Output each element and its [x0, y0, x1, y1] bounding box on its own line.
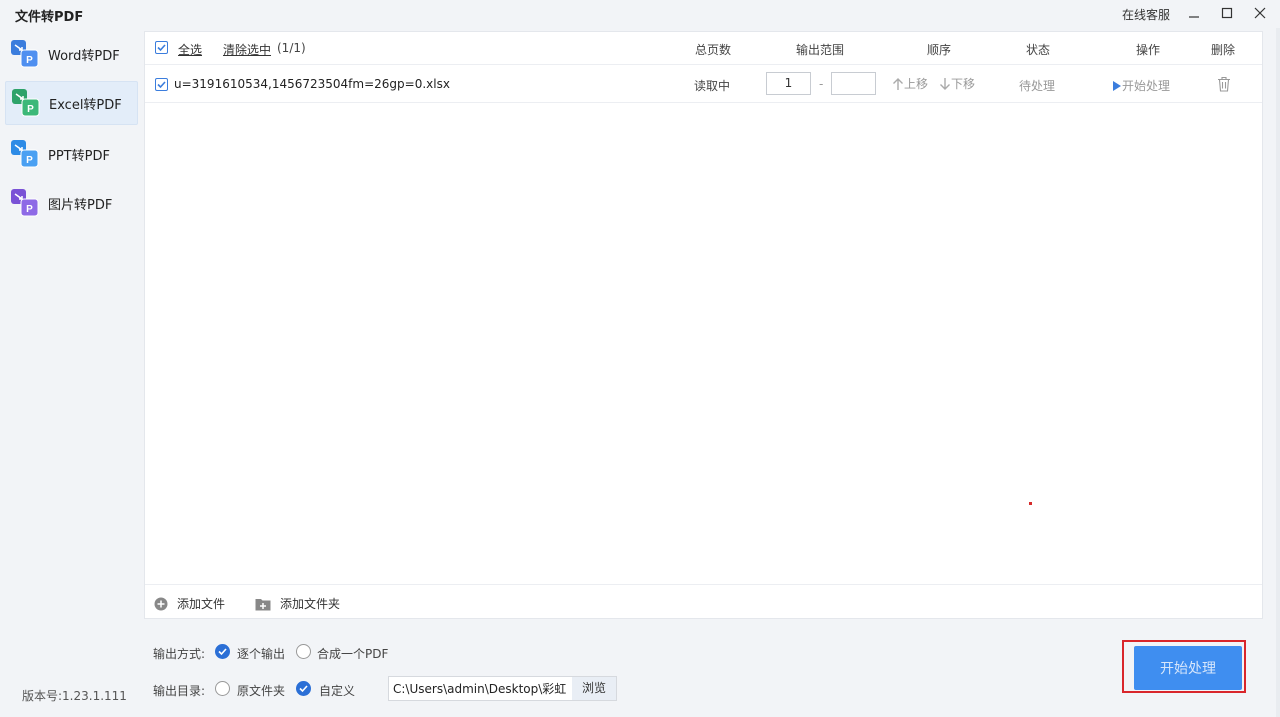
minimize-icon[interactable]	[1184, 4, 1204, 22]
output-dir-label: 输出目录:	[153, 684, 206, 698]
move-down-button[interactable]: 下移	[939, 75, 975, 92]
header-total-pages: 总页数	[695, 43, 732, 57]
play-icon	[1113, 80, 1121, 91]
header-output-range: 输出范围	[796, 43, 845, 57]
range-to-input[interactable]	[831, 72, 876, 95]
row-start-label: 开始处理	[1122, 79, 1171, 93]
move-down-label: 下移	[951, 77, 976, 91]
radio-original-folder[interactable]	[215, 681, 230, 696]
online-service-link[interactable]: 在线客服	[1122, 6, 1170, 23]
radio-custom-folder[interactable]	[296, 681, 311, 696]
range-from-input[interactable]: 1	[766, 72, 811, 95]
add-folder-button[interactable]: 添加文件夹	[255, 595, 340, 612]
svg-text:P: P	[27, 104, 34, 115]
red-dot-marker	[1029, 502, 1032, 505]
selection-count: (1/1)	[277, 41, 306, 55]
header-action: 操作	[1136, 43, 1161, 57]
individual-output-label[interactable]: 逐个输出	[237, 645, 285, 662]
custom-folder-label[interactable]: 自定义	[319, 682, 355, 699]
trash-icon[interactable]	[1217, 76, 1231, 95]
sidebar-item-excel-to-pdf[interactable]: P Excel转PDF	[5, 81, 138, 125]
add-file-label: 添加文件	[177, 597, 226, 611]
browse-button[interactable]: 浏览	[572, 677, 616, 700]
header-status: 状态	[1026, 43, 1051, 57]
list-footer: 添加文件 添加文件夹	[145, 584, 1262, 618]
range-separator: -	[819, 77, 824, 91]
add-folder-icon	[255, 597, 271, 611]
sidebar-item-ppt-to-pdf[interactable]: P PPT转PDF	[5, 132, 138, 176]
file-list-panel: 全选 清除选中 (1/1) 总页数 输出范围 顺序 状态 操作 删除 u=319…	[144, 31, 1263, 619]
version-label: 版本号:1.23.1.111	[22, 689, 127, 703]
table-header: 全选 清除选中 (1/1) 总页数 输出范围 顺序 状态 操作 删除	[145, 32, 1262, 65]
header-order: 顺序	[927, 43, 952, 57]
sidebar-item-label: Excel转PDF	[49, 97, 122, 113]
total-pages-value: 读取中	[694, 79, 731, 93]
select-all-checkbox[interactable]	[155, 41, 168, 54]
main-area: 全选 清除选中 (1/1) 总页数 输出范围 顺序 状态 操作 删除 u=319…	[143, 28, 1280, 717]
window-edge	[1276, 28, 1280, 717]
sidebar: P Word转PDF P Excel转PDF P PPT转PDF P 图片转PD…	[0, 28, 143, 717]
sidebar-item-word-to-pdf[interactable]: P Word转PDF	[5, 32, 138, 76]
app-title: 文件转PDF	[15, 10, 84, 25]
sidebar-item-label: PPT转PDF	[48, 148, 110, 164]
output-mode-label: 输出方式:	[153, 647, 206, 661]
svg-text:P: P	[26, 55, 33, 66]
add-circle-icon	[154, 597, 168, 611]
output-path-field: 浏览	[388, 676, 617, 701]
file-name: u=3191610534,1456723504fm=26gp=0.xlsx	[174, 77, 450, 91]
start-button-highlight: 开始处理	[1122, 640, 1246, 693]
merge-pdf-label[interactable]: 合成一个PDF	[317, 645, 388, 662]
radio-individual-output[interactable]	[215, 644, 230, 659]
radio-merge-pdf[interactable]	[296, 644, 311, 659]
sidebar-item-label: 图片转PDF	[48, 197, 113, 213]
ppt-to-pdf-icon: P	[11, 140, 39, 168]
start-process-button[interactable]: 开始处理	[1134, 646, 1242, 690]
add-folder-label: 添加文件夹	[280, 597, 341, 611]
svg-text:P: P	[26, 155, 33, 166]
word-to-pdf-icon: P	[11, 40, 39, 68]
maximize-icon[interactable]	[1217, 4, 1237, 22]
table-row[interactable]: u=3191610534,1456723504fm=26gp=0.xlsx 读取…	[145, 66, 1262, 103]
row-start-button[interactable]: 开始处理	[1112, 77, 1170, 94]
status-value: 待处理	[1019, 79, 1056, 93]
output-path-input[interactable]	[389, 677, 572, 700]
move-up-button[interactable]: 上移	[892, 75, 928, 92]
original-folder-label[interactable]: 原文件夹	[237, 682, 285, 699]
clear-selection-link[interactable]: 清除选中	[223, 41, 271, 58]
close-icon[interactable]	[1250, 4, 1270, 22]
arrow-down-icon	[940, 77, 950, 90]
sidebar-item-image-to-pdf[interactable]: P 图片转PDF	[5, 181, 138, 225]
add-file-button[interactable]: 添加文件	[154, 595, 225, 612]
select-all-link[interactable]: 全选	[178, 41, 202, 58]
title-bar: 文件转PDF 在线客服	[0, 0, 1280, 28]
image-to-pdf-icon: P	[11, 189, 39, 217]
arrow-up-icon	[893, 77, 903, 90]
svg-text:P: P	[26, 204, 33, 215]
move-up-label: 上移	[904, 77, 929, 91]
excel-to-pdf-icon: P	[12, 89, 40, 117]
row-checkbox[interactable]	[155, 78, 168, 91]
sidebar-item-label: Word转PDF	[48, 48, 120, 64]
header-delete: 删除	[1211, 43, 1236, 57]
